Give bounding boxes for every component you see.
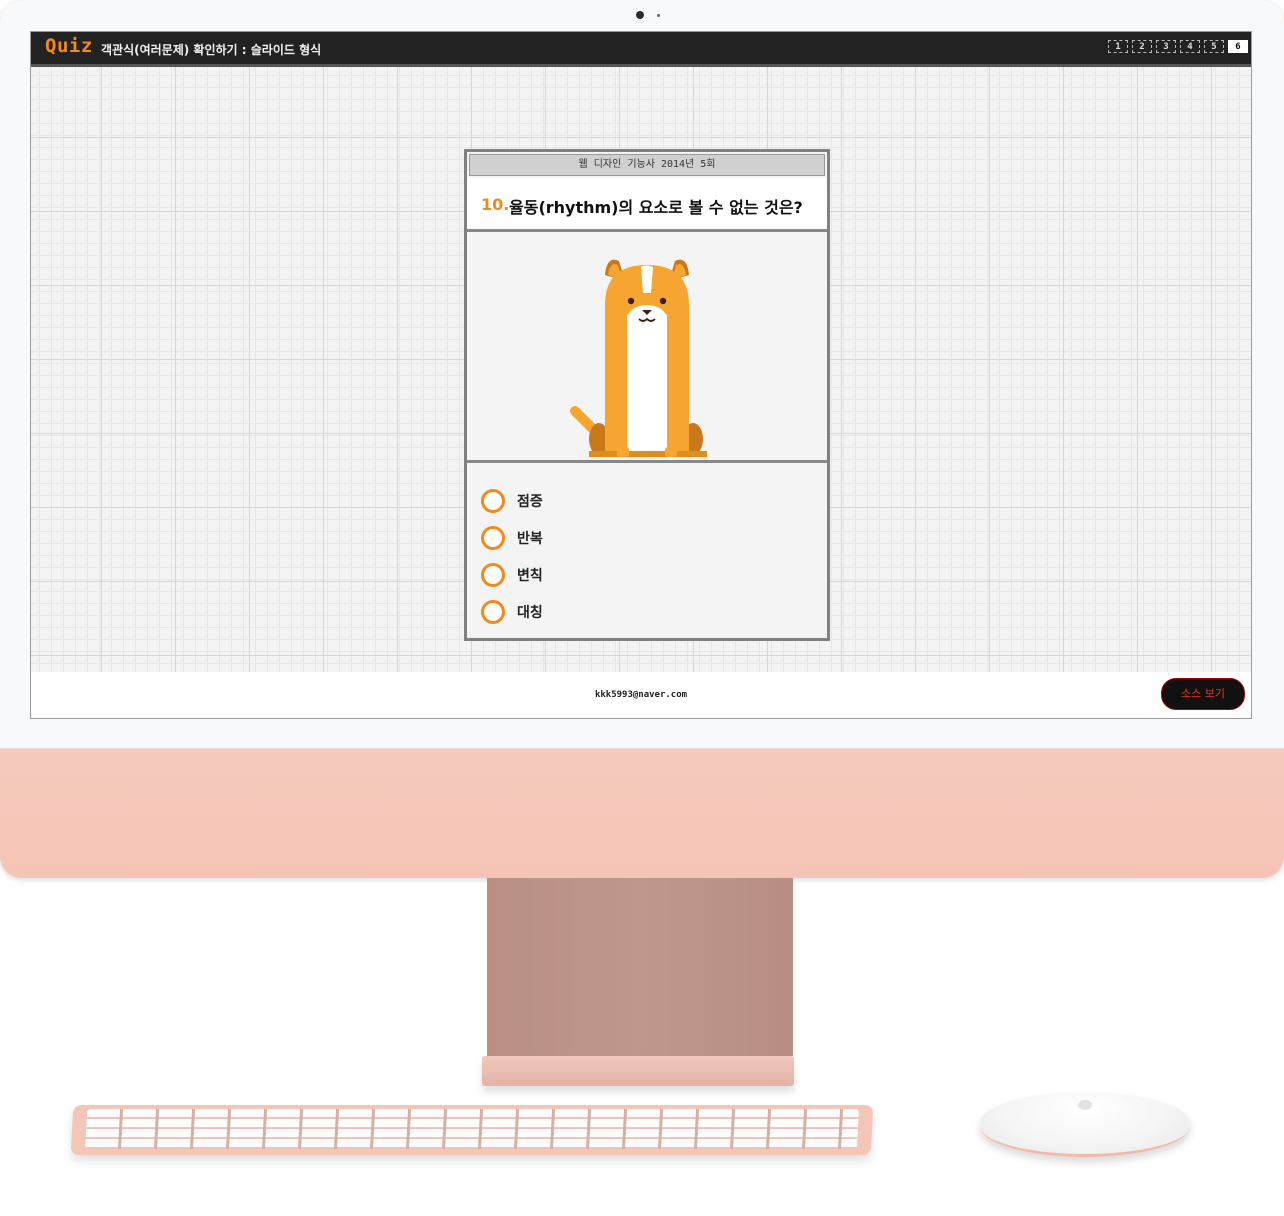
camera-sensor-icon [657, 14, 660, 17]
answer-label[interactable]: 변칙 [517, 565, 543, 585]
radio-icon[interactable] [481, 599, 505, 624]
monitor-chin [0, 749, 1284, 878]
top-bar: Quiz 객관식(여러문제) 확인하기 : 슬라이드 형식 1 2 3 4 5 … [31, 32, 1251, 67]
page-button-3[interactable]: 3 [1156, 40, 1176, 53]
page-button-1[interactable]: 1 [1108, 40, 1128, 53]
monitor: Quiz 객관식(여러문제) 확인하기 : 슬라이드 형식 1 2 3 4 5 … [0, 0, 1284, 878]
question-text: 율동(rhythm)의 요소로 볼 수 없는 것은? [509, 198, 803, 217]
screen: Quiz 객관식(여러문제) 확인하기 : 슬라이드 형식 1 2 3 4 5 … [30, 31, 1252, 719]
slide-pager: 1 2 3 4 5 6 [1108, 40, 1248, 53]
answer-option-3[interactable]: 변칙 [481, 556, 811, 593]
radio-icon[interactable] [481, 525, 505, 550]
page-button-2[interactable]: 2 [1132, 40, 1152, 53]
keyboard [70, 1105, 874, 1155]
answer-label[interactable]: 점증 [517, 491, 543, 511]
radio-icon[interactable] [481, 488, 505, 513]
question-image [467, 235, 827, 463]
answer-option-4[interactable]: 대칭 [481, 593, 811, 630]
answer-option-1[interactable]: 점증 [481, 482, 811, 519]
quiz-source: 웹 디자인 기능사 2014년 5회 [469, 154, 825, 176]
radio-icon[interactable] [481, 562, 505, 587]
apple-logo-icon [1078, 1100, 1092, 1110]
question-header: 10. 율동(rhythm)의 요소로 볼 수 없는 것은? [467, 178, 827, 232]
quiz-card: 웹 디자인 기능사 2014년 5회 10. 율동(rhythm)의 요소로 볼… [464, 149, 830, 641]
answer-options: 점증 반복 변칙 대칭 [481, 482, 811, 630]
monitor-stand [487, 878, 793, 1056]
page-footer: kkk5993@naver.com 소스 보기 [31, 672, 1251, 718]
camera-icon [636, 11, 644, 19]
dog-illustration [570, 259, 707, 457]
page-button-4[interactable]: 4 [1180, 40, 1200, 53]
quiz-card-body: 웹 디자인 기능사 2014년 5회 10. 율동(rhythm)의 요소로 볼… [467, 152, 827, 638]
view-source-button[interactable]: 소스 보기 [1161, 678, 1245, 710]
keyboard-keys [85, 1109, 860, 1149]
brand-logo: Quiz [45, 35, 93, 57]
answer-label[interactable]: 반복 [517, 528, 543, 548]
contact-email: kkk5993@naver.com [594, 690, 688, 700]
quiz-stage: 웹 디자인 기능사 2014년 5회 10. 율동(rhythm)의 요소로 볼… [31, 67, 1251, 672]
page-button-6[interactable]: 6 [1228, 40, 1248, 53]
answer-label[interactable]: 대칭 [517, 602, 543, 622]
answer-option-2[interactable]: 반복 [481, 519, 811, 556]
page-button-5[interactable]: 5 [1204, 40, 1224, 53]
page-title: 객관식(여러문제) 확인하기 : 슬라이드 형식 [101, 43, 322, 57]
monitor-stand-base [482, 1056, 794, 1086]
mouse [980, 1092, 1190, 1157]
monitor-bezel: Quiz 객관식(여러문제) 확인하기 : 슬라이드 형식 1 2 3 4 5 … [0, 0, 1284, 749]
question-number: 10. [481, 195, 510, 214]
